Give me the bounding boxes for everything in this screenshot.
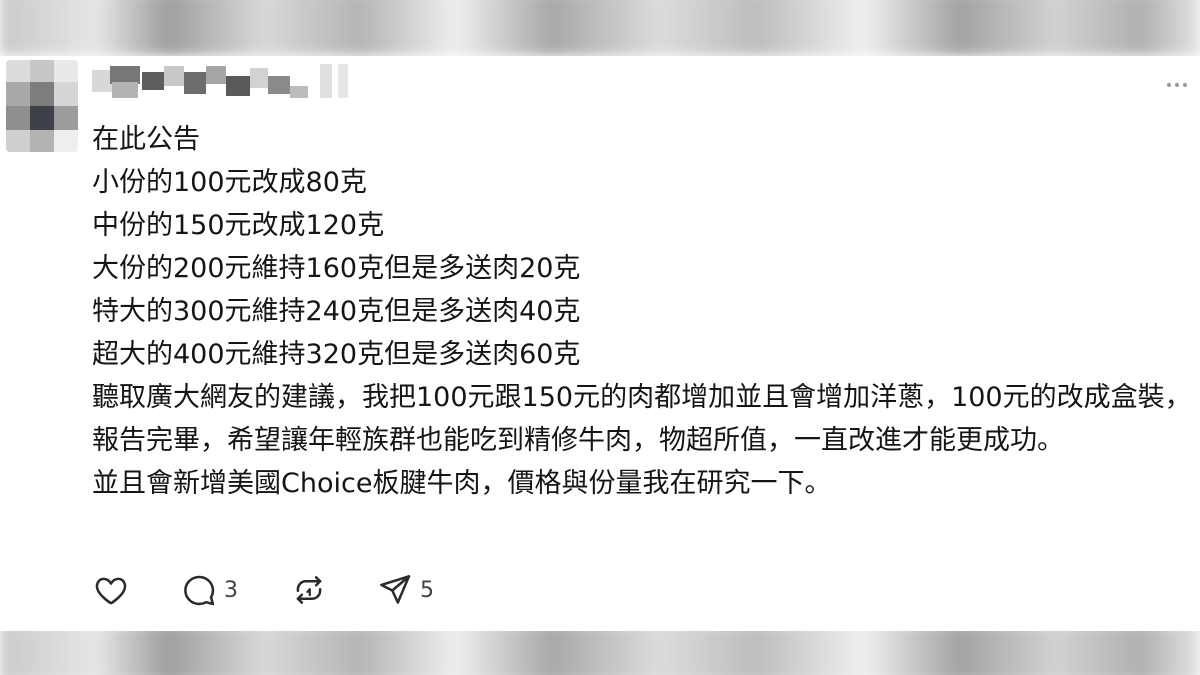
blurred-background-top (0, 0, 1200, 56)
post-line: 超大的400元維持320克但是多送肉60克 (92, 339, 581, 370)
post-paragraph: 聽取廣大網友的建議，我把100元跟150元的肉都增加並且會增加洋蔥，100元的改… (92, 382, 1192, 456)
post-line: 中份的150元改成120克 (92, 210, 385, 241)
share-button[interactable]: 5 (376, 571, 434, 609)
like-button[interactable] (92, 571, 130, 609)
reply-count: 3 (224, 577, 238, 603)
comment-icon (184, 575, 215, 606)
more-options-icon (1167, 83, 1187, 87)
thread-post: 在此公告 小份的100元改成80克 中份的150元改成120克 大份的200元維… (0, 56, 1200, 631)
reply-button[interactable]: 3 (180, 571, 238, 609)
post-line: 小份的100元改成80克 (92, 167, 367, 198)
post-line: 特大的300元維持240克但是多送肉40克 (92, 296, 581, 327)
repost-button[interactable] (290, 571, 328, 609)
repost-icon (296, 576, 322, 604)
post-body: 在此公告 小份的100元改成80克 中份的150元改成120克 大份的200元維… (92, 118, 1192, 505)
post-actions: 3 5 (92, 570, 434, 610)
send-icon (380, 575, 411, 604)
share-count: 5 (420, 577, 434, 603)
avatar[interactable] (6, 60, 78, 152)
post-line: 並且會新增美國Choice板腱牛肉，價格與份量我在研究一下。 (92, 468, 832, 499)
more-options-button[interactable] (1160, 70, 1194, 100)
post-line: 大份的200元維持160克但是多送肉20克 (92, 253, 581, 284)
heart-icon (95, 577, 127, 605)
post-line: 在此公告 (92, 124, 200, 155)
username[interactable] (92, 62, 354, 102)
blurred-background-bottom (0, 631, 1200, 675)
